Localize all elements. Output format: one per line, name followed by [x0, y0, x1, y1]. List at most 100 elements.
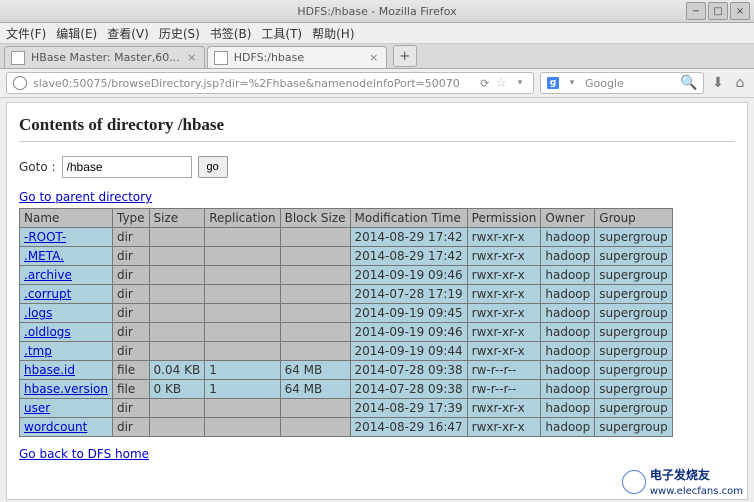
cell-name: hbase.version [20, 380, 113, 399]
tab-close-icon[interactable]: × [368, 52, 380, 64]
table-row: .logsdir2014-09-19 09:45rwxr-xr-xhadoops… [20, 304, 673, 323]
entry-name-link[interactable]: hbase.version [24, 382, 108, 396]
cell-block-size [280, 266, 350, 285]
cell-group: supergroup [595, 342, 672, 361]
parent-directory-link[interactable]: Go to parent directory [19, 190, 152, 204]
entry-name-link[interactable]: user [24, 401, 50, 415]
cell-block-size [280, 342, 350, 361]
search-go-icon[interactable]: 🔍 [681, 75, 697, 91]
page-title: Contents of directory /hbase [19, 115, 735, 135]
cell-permission: rwxr-xr-x [467, 342, 541, 361]
cell-group: supergroup [595, 323, 672, 342]
window-title: HDFS:/hbase - Mozilla Firefox [297, 5, 456, 18]
home-icon[interactable]: ⌂ [732, 75, 748, 91]
cell-owner: hadoop [541, 304, 595, 323]
entry-name-link[interactable]: .logs [24, 306, 52, 320]
navigation-toolbar: slave0:50075/browseDirectory.jsp?dir=%2F… [0, 69, 754, 98]
entry-name-link[interactable]: wordcount [24, 420, 87, 434]
menu-help[interactable]: 帮助(H) [312, 25, 354, 42]
cell-replication [205, 418, 280, 437]
cell-owner: hadoop [541, 342, 595, 361]
tab-hdfs-hbase[interactable]: HDFS:/hbase × [207, 46, 387, 68]
menu-bookmarks[interactable]: 书签(B) [210, 25, 252, 42]
watermark-brand: 电子发烧友 [650, 468, 710, 482]
cell-type: dir [112, 342, 149, 361]
goto-form: Goto : go [19, 156, 735, 178]
tab-hbase-master[interactable]: HBase Master: Master,60... × [4, 46, 205, 68]
entry-name-link[interactable]: .corrupt [24, 287, 71, 301]
url-input[interactable]: slave0:50075/browseDirectory.jsp?dir=%2F… [6, 72, 534, 94]
cell-owner: hadoop [541, 285, 595, 304]
bookmark-star-icon[interactable]: ☆ [495, 76, 507, 91]
entry-name-link[interactable]: .tmp [24, 344, 52, 358]
new-tab-button[interactable]: + [393, 45, 417, 67]
tab-label: HDFS:/hbase [234, 51, 304, 64]
col-mtime: Modification Time [350, 209, 467, 228]
menu-history[interactable]: 历史(S) [159, 25, 200, 42]
go-button[interactable]: go [198, 156, 228, 178]
window-titlebar: HDFS:/hbase - Mozilla Firefox − □ × [0, 0, 754, 23]
cell-replication: 1 [205, 361, 280, 380]
directory-listing-table: Name Type Size Replication Block Size Mo… [19, 208, 673, 437]
tab-close-icon[interactable]: × [186, 52, 198, 64]
entry-name-link[interactable]: -ROOT- [24, 230, 66, 244]
window-close-button[interactable]: × [730, 2, 750, 20]
cell-replication: 1 [205, 380, 280, 399]
table-row: .archivedir2014-09-19 09:46rwxr-xr-xhado… [20, 266, 673, 285]
menu-view[interactable]: 查看(V) [107, 25, 149, 42]
col-group: Group [595, 209, 672, 228]
goto-path-input[interactable] [62, 156, 192, 178]
dfs-home-link[interactable]: Go back to DFS home [19, 447, 149, 461]
col-name: Name [20, 209, 113, 228]
cell-owner: hadoop [541, 228, 595, 247]
cell-permission: rw-r--r-- [467, 380, 541, 399]
search-input[interactable]: g ▾ Google 🔍 [540, 72, 704, 94]
cell-block-size: 64 MB [280, 361, 350, 380]
cell-name: .tmp [20, 342, 113, 361]
table-row: userdir2014-08-29 17:39rwxr-xr-xhadoopsu… [20, 399, 673, 418]
cell-type: dir [112, 323, 149, 342]
cell-permission: rwxr-xr-x [467, 247, 541, 266]
cell-mtime: 2014-09-19 09:46 [350, 266, 467, 285]
cell-type: dir [112, 399, 149, 418]
cell-permission: rwxr-xr-x [467, 304, 541, 323]
reload-icon[interactable]: ⟳ [480, 77, 489, 90]
col-size: Size [149, 209, 205, 228]
menu-edit[interactable]: 编辑(E) [56, 25, 97, 42]
cell-replication [205, 285, 280, 304]
cell-replication [205, 228, 280, 247]
entry-name-link[interactable]: .META. [24, 249, 64, 263]
table-row: hbase.idfile0.04 KB164 MB2014-07-28 09:3… [20, 361, 673, 380]
cell-block-size [280, 285, 350, 304]
cell-owner: hadoop [541, 380, 595, 399]
menu-tools[interactable]: 工具(T) [261, 25, 302, 42]
entry-name-link[interactable]: hbase.id [24, 363, 75, 377]
cell-type: dir [112, 247, 149, 266]
cell-group: supergroup [595, 380, 672, 399]
cell-owner: hadoop [541, 418, 595, 437]
tab-strip: HBase Master: Master,60... × HDFS:/hbase… [0, 44, 754, 69]
cell-mtime: 2014-07-28 17:19 [350, 285, 467, 304]
cell-owner: hadoop [541, 323, 595, 342]
cell-permission: rw-r--r-- [467, 361, 541, 380]
downloads-icon[interactable]: ⬇ [710, 75, 726, 91]
cell-size: 0.04 KB [149, 361, 205, 380]
url-dropdown-icon[interactable]: ▾ [513, 76, 527, 90]
menu-file[interactable]: 文件(F) [6, 25, 46, 42]
window-maximize-button[interactable]: □ [708, 2, 728, 20]
cell-block-size [280, 399, 350, 418]
cell-size: 0 KB [149, 380, 205, 399]
cell-permission: rwxr-xr-x [467, 418, 541, 437]
cell-permission: rwxr-xr-x [467, 266, 541, 285]
goto-label: Goto : [19, 160, 56, 174]
cell-type: file [112, 361, 149, 380]
col-replication: Replication [205, 209, 280, 228]
search-engine-dropdown-icon[interactable]: ▾ [565, 76, 579, 90]
cell-group: supergroup [595, 228, 672, 247]
entry-name-link[interactable]: .oldlogs [24, 325, 71, 339]
entry-name-link[interactable]: .archive [24, 268, 72, 282]
watermark: 电子发烧友 www.elecfans.com [622, 466, 743, 497]
cell-mtime: 2014-09-19 09:46 [350, 323, 467, 342]
window-minimize-button[interactable]: − [686, 2, 706, 20]
cell-size [149, 266, 205, 285]
